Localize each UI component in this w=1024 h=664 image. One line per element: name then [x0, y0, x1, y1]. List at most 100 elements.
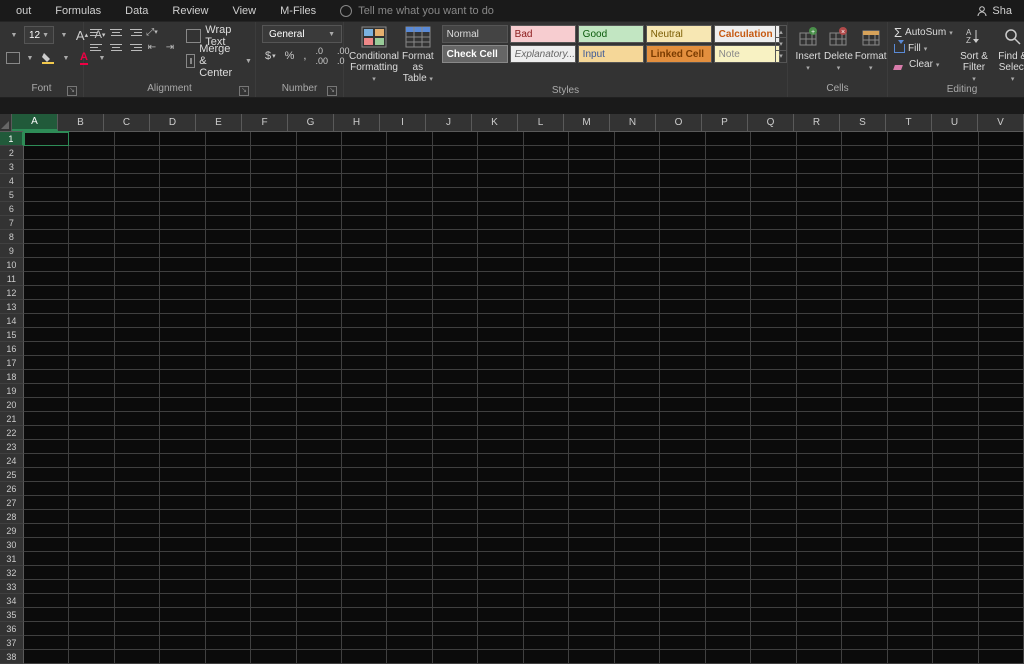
- cell[interactable]: [797, 258, 842, 272]
- cell[interactable]: [751, 202, 796, 216]
- cell[interactable]: [933, 482, 978, 496]
- cell[interactable]: [387, 258, 432, 272]
- cell[interactable]: [206, 202, 251, 216]
- cell[interactable]: [206, 398, 251, 412]
- cell[interactable]: [24, 342, 69, 356]
- cell[interactable]: [297, 510, 342, 524]
- cell[interactable]: [979, 482, 1024, 496]
- cell[interactable]: [751, 174, 796, 188]
- cell[interactable]: [842, 440, 887, 454]
- cell[interactable]: [69, 300, 114, 314]
- cell[interactable]: [24, 398, 69, 412]
- cell[interactable]: [69, 174, 114, 188]
- cell[interactable]: [979, 202, 1024, 216]
- cell[interactable]: [615, 440, 660, 454]
- row-header-13[interactable]: 13: [0, 300, 24, 314]
- cell[interactable]: [979, 244, 1024, 258]
- cell[interactable]: [797, 202, 842, 216]
- cell[interactable]: [751, 454, 796, 468]
- cell[interactable]: [433, 174, 478, 188]
- cell[interactable]: [888, 258, 933, 272]
- increase-indent[interactable]: ⇥: [162, 40, 178, 54]
- cell[interactable]: [69, 580, 114, 594]
- cell[interactable]: [160, 440, 205, 454]
- cell[interactable]: [706, 496, 751, 510]
- cell[interactable]: [342, 384, 387, 398]
- cell[interactable]: [251, 510, 296, 524]
- cell[interactable]: [933, 552, 978, 566]
- fill-button[interactable]: Fill▾: [894, 41, 953, 56]
- cell[interactable]: [933, 328, 978, 342]
- cell[interactable]: [206, 286, 251, 300]
- cell[interactable]: [69, 370, 114, 384]
- cell[interactable]: [569, 538, 614, 552]
- row-header-12[interactable]: 12: [0, 286, 24, 300]
- cell[interactable]: [797, 146, 842, 160]
- cell[interactable]: [478, 230, 523, 244]
- cell[interactable]: [387, 482, 432, 496]
- cell[interactable]: [660, 412, 705, 426]
- cell[interactable]: [251, 426, 296, 440]
- cell[interactable]: [387, 356, 432, 370]
- cell[interactable]: [206, 370, 251, 384]
- cell[interactable]: [115, 300, 160, 314]
- cell[interactable]: [615, 146, 660, 160]
- cell[interactable]: [660, 426, 705, 440]
- cell[interactable]: [251, 230, 296, 244]
- cell[interactable]: [478, 622, 523, 636]
- cell[interactable]: [160, 426, 205, 440]
- cell[interactable]: [115, 384, 160, 398]
- cell[interactable]: [206, 216, 251, 230]
- cell[interactable]: [569, 384, 614, 398]
- cell[interactable]: [933, 216, 978, 230]
- cell[interactable]: [297, 174, 342, 188]
- cell[interactable]: [524, 482, 569, 496]
- cell[interactable]: [751, 622, 796, 636]
- cell[interactable]: [206, 636, 251, 650]
- cell[interactable]: [706, 468, 751, 482]
- cell[interactable]: [478, 370, 523, 384]
- cell[interactable]: [160, 188, 205, 202]
- cell[interactable]: [706, 300, 751, 314]
- cell[interactable]: [615, 188, 660, 202]
- cell[interactable]: [433, 426, 478, 440]
- cell[interactable]: [888, 286, 933, 300]
- cell[interactable]: [933, 160, 978, 174]
- cell[interactable]: [206, 174, 251, 188]
- cell[interactable]: [842, 314, 887, 328]
- row-header-22[interactable]: 22: [0, 426, 24, 440]
- cell[interactable]: [251, 398, 296, 412]
- cell[interactable]: [251, 132, 296, 146]
- cell[interactable]: [569, 650, 614, 664]
- style-explanatory-[interactable]: Explanatory...: [510, 45, 576, 63]
- cell[interactable]: [69, 328, 114, 342]
- cell[interactable]: [433, 300, 478, 314]
- cell[interactable]: [160, 594, 205, 608]
- cell[interactable]: [524, 398, 569, 412]
- cell[interactable]: [297, 524, 342, 538]
- cell[interactable]: [433, 356, 478, 370]
- cell[interactable]: [342, 426, 387, 440]
- cell[interactable]: [933, 622, 978, 636]
- cell[interactable]: [297, 300, 342, 314]
- cell[interactable]: [433, 566, 478, 580]
- cell[interactable]: [979, 132, 1024, 146]
- cell[interactable]: [206, 146, 251, 160]
- cell[interactable]: [433, 244, 478, 258]
- number-dialog-launcher[interactable]: ↘: [327, 86, 337, 96]
- cell[interactable]: [842, 622, 887, 636]
- cell[interactable]: [751, 566, 796, 580]
- cell[interactable]: [751, 398, 796, 412]
- cell[interactable]: [24, 426, 69, 440]
- cell[interactable]: [751, 300, 796, 314]
- cell[interactable]: [842, 356, 887, 370]
- cell[interactable]: [478, 272, 523, 286]
- cell[interactable]: [615, 342, 660, 356]
- cell[interactable]: [660, 300, 705, 314]
- row-header-28[interactable]: 28: [0, 510, 24, 524]
- style-bad[interactable]: Bad: [510, 25, 576, 43]
- cell[interactable]: [342, 300, 387, 314]
- font-dropdown-caret2[interactable]: ▼: [56, 27, 72, 43]
- cell[interactable]: [342, 244, 387, 258]
- cell[interactable]: [342, 468, 387, 482]
